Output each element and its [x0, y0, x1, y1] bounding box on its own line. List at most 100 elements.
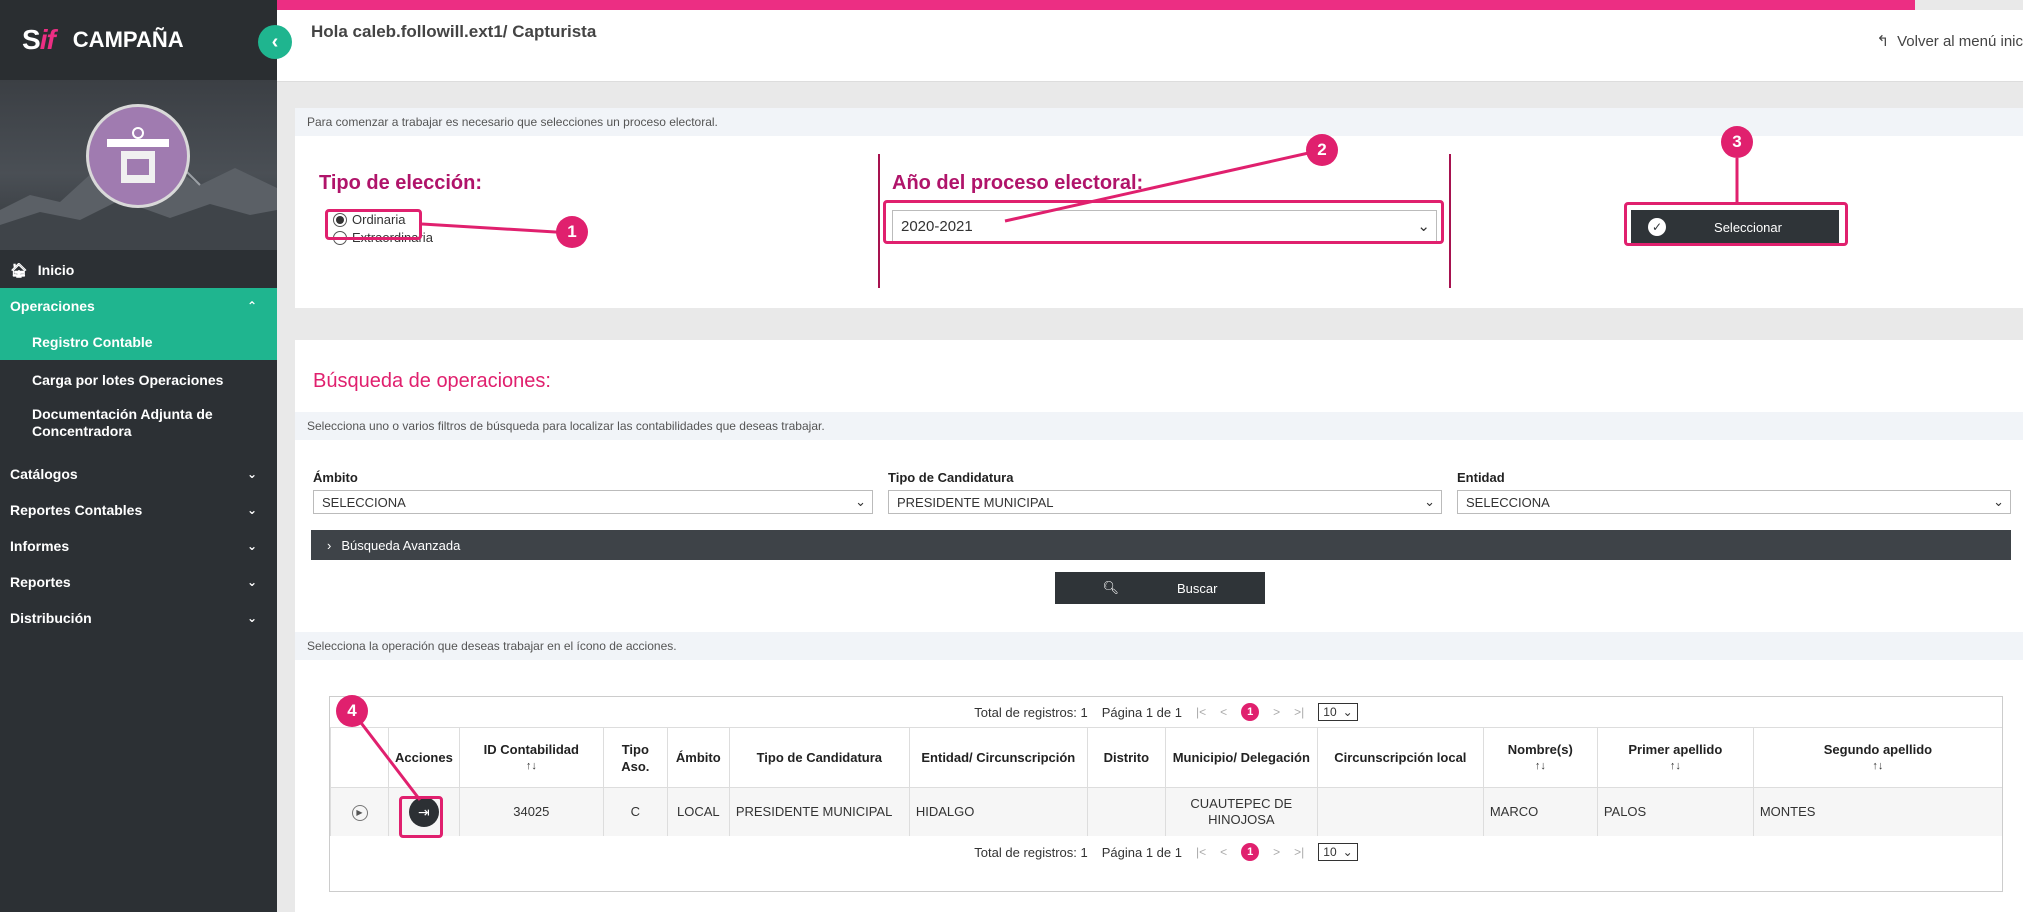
sidebar-item-reportes[interactable]: Reportes ⌄ — [0, 564, 277, 600]
last-page-icon[interactable]: >| — [1294, 705, 1304, 719]
anio-proceso-title: Año del proceso electoral: — [892, 172, 1144, 194]
prev-page-icon[interactable]: < — [1220, 845, 1227, 859]
data-table: Acciones ID Contabilidad ↑↓ Tipo Aso. Ámb… — [330, 727, 2002, 836]
page-size-select[interactable]: 10 ⌄ — [1318, 703, 1358, 721]
highlight-seleccionar — [1624, 202, 1848, 246]
sidebar-item-operaciones[interactable]: Operaciones ⌃ — [0, 288, 277, 324]
header-label: Nombre(s) — [1507, 741, 1573, 757]
highlight-action — [399, 796, 443, 838]
row-expand[interactable]: ▶ — [330, 787, 389, 836]
profile-banner — [0, 80, 277, 250]
avatar[interactable] — [86, 104, 190, 208]
page-number[interactable]: 1 — [1241, 843, 1260, 861]
sort-icon: ↑↓ — [1872, 759, 1884, 772]
total-records: Total de registros: 1 — [974, 844, 1088, 860]
busqueda-avanzada-toggle[interactable]: › Búsqueda Avanzada — [311, 530, 2011, 560]
chevron-left-icon: ‹ — [271, 30, 279, 53]
cell-nombre: MARCO — [1482, 787, 1598, 836]
cell-tipo-aso: C — [602, 787, 668, 836]
chevron-up-icon: ⌃ — [246, 299, 257, 313]
header-label: Segundo apellido — [1823, 741, 1933, 757]
divider — [1449, 154, 1451, 288]
brand: Sif CAMPAÑA — [0, 0, 277, 80]
chevron-down-icon: ⌄ — [1342, 705, 1353, 719]
select-operation-info: Selecciona la operación que deseas traba… — [295, 632, 2023, 660]
entidad-label: Entidad — [1457, 470, 1505, 485]
sidebar-nav: 🏠︎ Inicio Operaciones ⌃ Registro Contable… — [0, 250, 277, 636]
top-accent-stripe — [200, 0, 1915, 10]
sort-icon: ↑↓ — [1669, 759, 1681, 772]
cell-circ-local — [1316, 787, 1484, 836]
tipo-eleccion-title: Tipo de elección: — [319, 172, 482, 194]
header-segundo-apellido[interactable]: Segundo apellido ↑↓ — [1752, 727, 2002, 788]
greeting: Hola caleb.followill.ext1/ Capturista — [311, 22, 597, 41]
highlight-ordinaria — [325, 209, 422, 240]
collapse-sidebar-button[interactable]: ‹ — [258, 25, 292, 59]
header-tipo-candidatura: Tipo de Candidatura — [728, 727, 910, 788]
chevron-down-icon: ⌄ — [246, 467, 257, 481]
search-panel: Búsqueda de operaciones: Selecciona uno … — [295, 340, 2023, 912]
page-number[interactable]: 1 — [1241, 703, 1260, 721]
busqueda-title: Búsqueda de operaciones: — [313, 370, 551, 392]
header: Hola caleb.followill.ext1/ Capturista ↰ … — [277, 10, 2023, 82]
chevron-down-icon: ⌄ — [246, 503, 257, 517]
header-label: Primer apellido — [1628, 741, 1723, 757]
sort-icon: ↑↓ — [525, 759, 537, 772]
sidebar-item-distribucion[interactable]: Distribución ⌄ — [0, 600, 277, 636]
header-entidad: Entidad/ Circunscripción — [908, 727, 1088, 788]
sidebar-item-documentacion[interactable]: Documentación Adjunta de Concentradora — [0, 400, 277, 456]
select-value: SELECCIONA — [1466, 494, 1550, 510]
sidebar-item-inicio[interactable]: 🏠︎ Inicio — [0, 252, 277, 288]
chevron-down-icon: ⌄ — [1342, 845, 1353, 859]
first-page-icon[interactable]: |< — [1196, 845, 1206, 859]
search-icon: 🔍︎ — [1102, 580, 1120, 595]
sidebar: Sif CAMPAÑA 🏠︎ Inicio Operaciones ⌃ Regis… — [0, 0, 277, 912]
sidebar-item-label: Reportes Contables — [10, 502, 143, 518]
header-acciones: Acciones — [388, 727, 460, 788]
sif-logo: Sif — [22, 24, 56, 55]
cell-entidad: HIDALGO — [908, 787, 1088, 836]
cell-segundo-apellido: MONTES — [1752, 787, 2002, 836]
annotation-marker-2: 2 — [1306, 134, 1338, 166]
chevron-down-icon: ⌄ — [855, 494, 866, 509]
sidebar-item-informes[interactable]: Informes ⌄ — [0, 528, 277, 564]
cell-municipio: CUAUTEPEC DE HINOJOSA — [1164, 787, 1318, 836]
sidebar-item-carga-lotes[interactable]: Carga por lotes Operaciones — [0, 360, 277, 400]
page-size-value: 10 — [1323, 845, 1337, 859]
header-nombre[interactable]: Nombre(s) ↑↓ — [1482, 727, 1598, 788]
podium-icon — [107, 127, 169, 183]
page-info: Página 1 de 1 — [1101, 704, 1182, 720]
buscar-button[interactable]: 🔍︎ Buscar — [1055, 572, 1265, 604]
header-municipio: Municipio/ Delegación — [1164, 727, 1318, 788]
sidebar-item-catalogos[interactable]: Catálogos ⌄ — [0, 456, 277, 492]
divider — [878, 154, 880, 288]
select-value: SELECCIONA — [322, 494, 406, 510]
chevron-down-icon: ⌄ — [246, 611, 257, 625]
next-page-icon[interactable]: > — [1273, 845, 1280, 859]
reply-arrow-icon: ↰ — [1876, 33, 1890, 50]
header-tipo-aso: Tipo Aso. — [602, 727, 668, 788]
prev-page-icon[interactable]: < — [1220, 705, 1227, 719]
sort-icon: ↑↓ — [1534, 759, 1546, 772]
first-page-icon[interactable]: |< — [1196, 705, 1206, 719]
page-size-select[interactable]: 10 ⌄ — [1318, 843, 1358, 861]
header-primer-apellido[interactable]: Primer apellido ↑↓ — [1596, 727, 1754, 788]
cell-primer-apellido: PALOS — [1596, 787, 1754, 836]
brand-title: CAMPAÑA — [72, 27, 184, 52]
sidebar-item-reportes-contables[interactable]: Reportes Contables ⌄ — [0, 492, 277, 528]
ambito-select[interactable]: SELECCIONA ⌄ — [313, 490, 873, 514]
table-row: ▶ ⇥ 34025 C LOCAL PRESIDENTE MUNICIPAL H… — [330, 787, 2002, 836]
back-to-menu-link[interactable]: ↰ Volver al menú inic — [1876, 32, 2023, 51]
chevron-down-icon: ⌄ — [1993, 494, 2004, 509]
annotation-marker-3: 3 — [1721, 126, 1753, 158]
entidad-select[interactable]: SELECCIONA ⌄ — [1457, 490, 2011, 514]
sidebar-item-label: Informes — [10, 538, 70, 554]
header-id-contabilidad[interactable]: ID Contabilidad ↑↓ — [458, 727, 604, 788]
tipo-candidatura-select[interactable]: PRESIDENTE MUNICIPAL ⌄ — [888, 490, 1442, 514]
annotation-marker-4: 4 — [336, 695, 368, 727]
play-circle-icon[interactable]: ▶ — [351, 804, 368, 821]
page-info: Página 1 de 1 — [1101, 844, 1182, 860]
next-page-icon[interactable]: > — [1273, 705, 1280, 719]
last-page-icon[interactable]: >| — [1294, 845, 1304, 859]
sidebar-item-registro-contable[interactable]: Registro Contable — [0, 324, 277, 360]
